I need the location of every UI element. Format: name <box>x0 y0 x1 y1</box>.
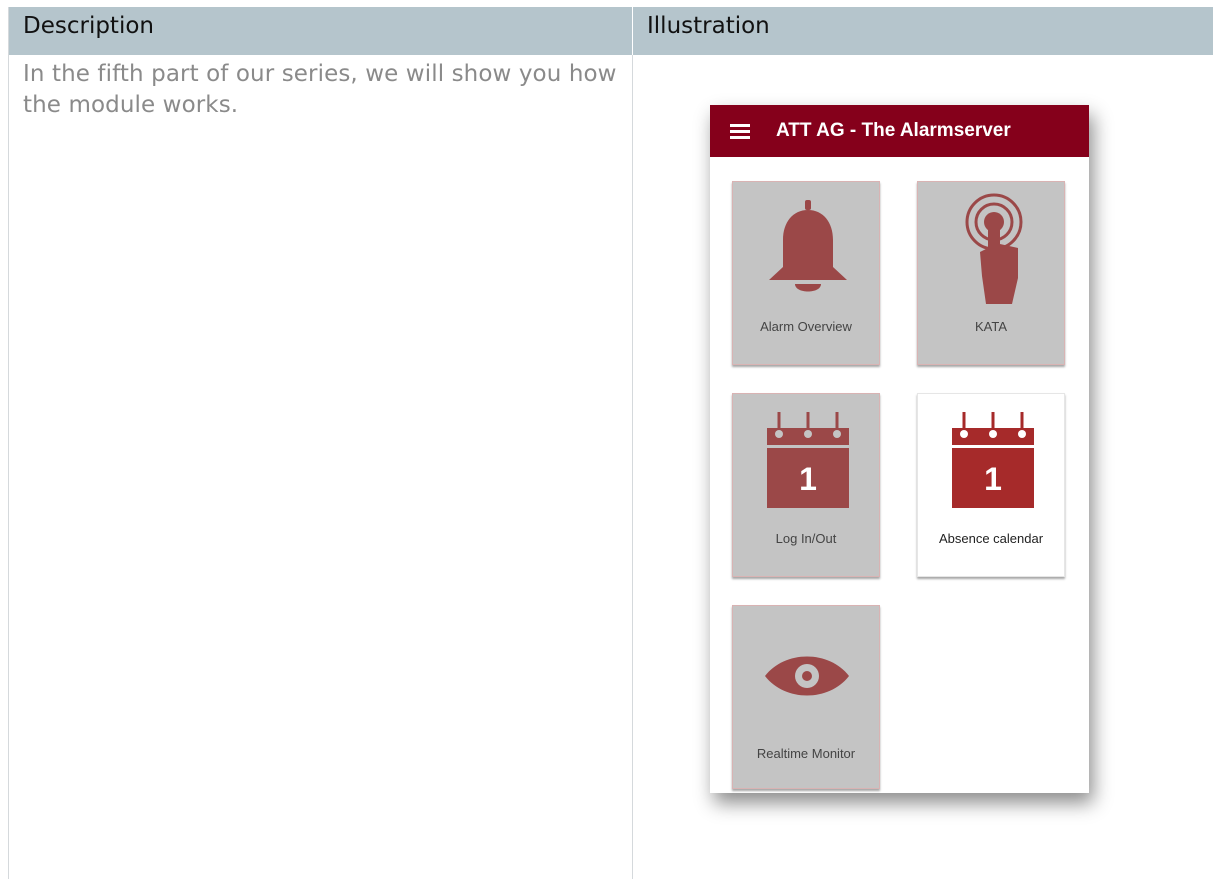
calendar-icon: 1 <box>767 412 849 508</box>
tile-label: Realtime Monitor <box>756 746 856 761</box>
touch-icon <box>965 193 1023 304</box>
calendar-day: 1 <box>799 461 817 497</box>
header-description: Description <box>23 13 154 39</box>
tile-label: KATA <box>974 319 1008 334</box>
bell-icon <box>769 200 847 292</box>
header-illustration: Illustration <box>632 7 1213 55</box>
app-screenshot: ATT AG - The Alarmserver Alarm Overview … <box>710 105 1089 793</box>
tile-label: Alarm Overview <box>760 319 852 334</box>
app-title: ATT AG - The Alarmserver <box>776 120 1011 141</box>
tile-absence-calendar[interactable]: 1 Absence calendar <box>917 393 1065 577</box>
tile-realtime-monitor[interactable]: Realtime Monitor <box>732 605 880 789</box>
hamburger-menu-icon[interactable] <box>730 124 750 140</box>
tile-kata[interactable]: KATA <box>917 181 1065 365</box>
description-text: In the fifth part of our series, we will… <box>23 61 617 118</box>
tile-label: Absence calendar <box>938 531 1044 546</box>
eye-icon <box>765 656 849 696</box>
app-bar: ATT AG - The Alarmserver <box>710 105 1089 157</box>
tile-alarm-overview[interactable]: Alarm Overview <box>732 181 880 365</box>
tile-label: Log In/Out <box>775 531 837 546</box>
calendar-day: 1 <box>984 461 1002 497</box>
column-divider <box>632 55 633 879</box>
tile-log-in-out[interactable]: 1 Log In/Out <box>732 393 880 577</box>
calendar-icon: 1 <box>952 412 1034 508</box>
table-header-row: Description Illustration <box>9 7 1213 55</box>
